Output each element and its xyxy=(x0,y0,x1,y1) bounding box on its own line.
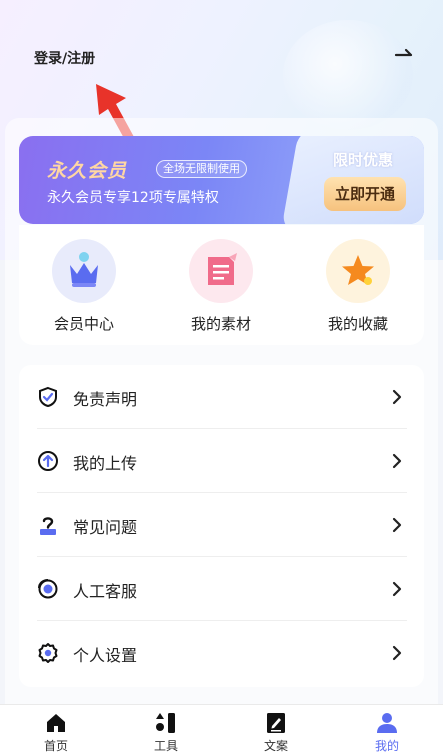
edit-note-icon xyxy=(267,713,285,733)
menu-label-disclaimer: 免责声明 xyxy=(73,390,138,409)
vip-subtitle: 永久会员专享12项专属特权 xyxy=(47,190,219,206)
menu-label-my-uploads: 我的上传 xyxy=(73,454,138,473)
gear-icon xyxy=(38,643,58,663)
tab-tools[interactable]: 工具 xyxy=(136,711,196,756)
tab-label-copywriting: 文案 xyxy=(263,739,288,753)
quick-actions-card: 会员中心 我的素材 我的收藏 xyxy=(19,225,424,345)
menu-label-faq: 常见问题 xyxy=(73,518,138,537)
tab-copywriting[interactable]: 文案 xyxy=(246,711,306,756)
star-icon xyxy=(326,239,390,303)
shield-check-icon xyxy=(39,386,57,408)
quick-item-my-materials[interactable]: 我的素材 xyxy=(166,239,276,339)
tab-label-mine: 我的 xyxy=(374,739,399,753)
tab-mine[interactable]: 我的 xyxy=(357,711,417,756)
quick-label-my-favorites: 我的收藏 xyxy=(327,315,388,333)
menu-item-settings[interactable]: 个人设置 xyxy=(37,621,407,685)
chevron-right-icon xyxy=(392,645,402,661)
login-register-link[interactable]: 登录/注册 xyxy=(34,48,95,68)
vip-title: 永久会员 xyxy=(47,160,128,182)
bottom-tab-bar: 首页 工具 文案 我的 xyxy=(0,704,443,756)
chevron-right-icon xyxy=(392,453,402,469)
question-icon xyxy=(40,517,56,535)
tools-icon xyxy=(156,713,175,733)
quick-label-member-center: 会员中心 xyxy=(53,315,114,333)
crown-icon xyxy=(52,239,116,303)
upload-icon xyxy=(38,451,58,471)
home-icon xyxy=(47,714,65,732)
menu-label-settings: 个人设置 xyxy=(73,646,138,665)
tab-home[interactable]: 首页 xyxy=(26,711,86,756)
menu-item-customer-service[interactable]: 人工客服 xyxy=(37,557,407,621)
document-icon xyxy=(189,239,253,303)
vip-tag: 全场无限制使用 xyxy=(156,160,247,178)
activate-now-button[interactable]: 立即开通 xyxy=(324,177,406,211)
quick-item-member-center[interactable]: 会员中心 xyxy=(29,239,139,339)
menu-item-disclaimer[interactable]: 免责声明 xyxy=(37,365,407,429)
tab-label-home: 首页 xyxy=(43,739,68,753)
chevron-right-icon xyxy=(392,517,402,533)
quick-item-my-favorites[interactable]: 我的收藏 xyxy=(303,239,413,339)
menu-card: 免责声明 我的上传 常见问题 人工客服 个人设置 xyxy=(19,365,424,687)
menu-item-my-uploads[interactable]: 我的上传 xyxy=(37,429,407,493)
limited-offer-label: 限时优惠 xyxy=(333,151,394,169)
chevron-right-icon xyxy=(392,581,402,597)
chevron-right-icon xyxy=(392,389,402,405)
quick-label-my-materials: 我的素材 xyxy=(190,315,251,333)
menu-item-faq[interactable]: 常见问题 xyxy=(37,493,407,557)
person-icon xyxy=(377,713,397,733)
tab-label-tools: 工具 xyxy=(153,739,178,753)
menu-label-customer-service: 人工客服 xyxy=(73,582,138,601)
customer-service-icon xyxy=(38,579,58,599)
login-row[interactable]: 登录/注册 xyxy=(0,38,443,78)
arrow-right-icon[interactable] xyxy=(393,46,415,68)
